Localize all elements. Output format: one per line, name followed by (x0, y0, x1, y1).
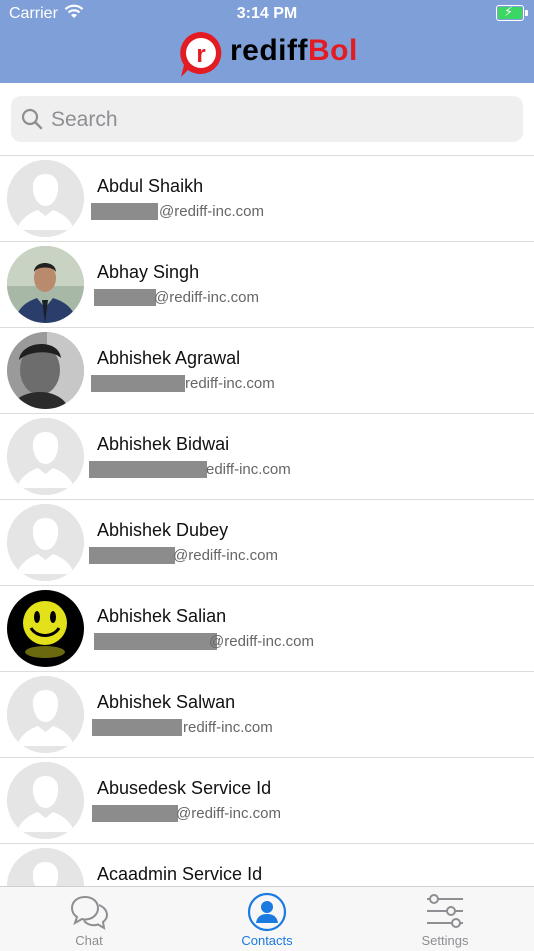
contact-row[interactable]: Abhay Singh @rediff-inc.com (0, 242, 534, 328)
contact-row[interactable]: Abhishek Salian @rediff-inc.com (0, 586, 534, 672)
search-field[interactable] (11, 96, 523, 144)
avatar-photo (7, 246, 84, 323)
sliders-icon (427, 894, 463, 928)
contact-name: Abhay Singh (97, 262, 200, 282)
search-icon (21, 108, 43, 130)
email-domain: @rediff-inc.com (173, 547, 278, 564)
status-time: 3:14 PM (236, 5, 298, 22)
email-domain: rediff-inc.com (183, 719, 273, 736)
contact-name: Abhishek Agrawal (97, 348, 241, 368)
email-domain: ediff-inc.com (206, 461, 291, 478)
tab-settings-label: Settings (421, 933, 469, 948)
tab-bar: Chat Contacts Settings (0, 886, 534, 951)
rediff-r-logo-icon: r (180, 32, 222, 77)
avatar-placeholder-icon (7, 762, 84, 839)
app-header: Carrier 3:14 PM ⚡ r rediffBol (0, 0, 534, 83)
avatar-placeholder-icon (7, 848, 84, 887)
email-domain: rediff-inc.com (185, 375, 275, 392)
email-redaction (94, 633, 217, 650)
contact-name: Abusedesk Service Id (97, 778, 272, 798)
contact-name: Abhishek Dubey (97, 520, 229, 540)
email-redaction (92, 805, 178, 822)
avatar-photo (7, 332, 84, 409)
tab-contacts[interactable]: Contacts (178, 887, 356, 951)
contact-name: Abhishek Bidwai (97, 434, 230, 454)
email-redaction (91, 375, 185, 392)
logo-text-bol: Bol (308, 34, 358, 67)
email-redaction (89, 547, 175, 564)
search-bar-container (0, 83, 534, 155)
avatar-placeholder-icon (7, 676, 84, 753)
email-redaction (89, 461, 207, 478)
contacts-person-icon (247, 892, 287, 932)
email-redaction (92, 719, 182, 736)
chat-bubbles-icon (70, 895, 109, 930)
contact-row[interactable]: Abhishek Salwan rediff-inc.com (0, 672, 534, 758)
contact-name: Abhishek Salian (97, 606, 227, 626)
contact-name: Abdul Shaikh (97, 176, 204, 196)
avatar-placeholder-icon (7, 160, 84, 237)
tab-chat[interactable]: Chat (0, 887, 178, 951)
email-domain: @rediff-inc.com (176, 805, 281, 822)
avatar-smiley (7, 590, 84, 667)
contact-row[interactable]: Abdul Shaikh @rediff-inc.com (0, 156, 534, 242)
avatar-placeholder-icon (7, 418, 84, 495)
email-domain: @rediff-inc.com (209, 633, 314, 650)
logo-mark-letter: r (196, 41, 205, 68)
logo-text-rediff: rediff (230, 34, 308, 67)
contact-row[interactable]: Acaadmin Service Id (0, 844, 534, 887)
contact-row[interactable]: Abhishek Agrawal rediff-inc.com (0, 328, 534, 414)
battery-icon: ⚡ (496, 4, 528, 21)
contact-row[interactable]: Abhishek Bidwai ediff-inc.com (0, 414, 534, 500)
contact-row[interactable]: Abhishek Dubey @rediff-inc.com (0, 500, 534, 586)
contact-name: Acaadmin Service Id (97, 864, 263, 884)
tab-settings[interactable]: Settings (356, 887, 534, 951)
search-input[interactable] (49, 96, 513, 144)
contact-row[interactable]: Abusedesk Service Id @rediff-inc.com (0, 758, 534, 844)
contact-name: Abhishek Salwan (97, 692, 236, 712)
tab-contacts-label: Contacts (241, 933, 293, 948)
email-redaction (91, 203, 158, 220)
email-redaction (94, 289, 156, 306)
email-domain: @rediff-inc.com (159, 203, 264, 220)
tab-chat-label: Chat (75, 933, 103, 948)
email-domain: @rediff-inc.com (154, 289, 259, 306)
avatar-placeholder-icon (7, 504, 84, 581)
contacts-list[interactable]: Abdul Shaikh @rediff-inc.com Abhay Singh… (0, 155, 534, 887)
status-bar: Carrier 3:14 PM ⚡ (0, 0, 534, 28)
